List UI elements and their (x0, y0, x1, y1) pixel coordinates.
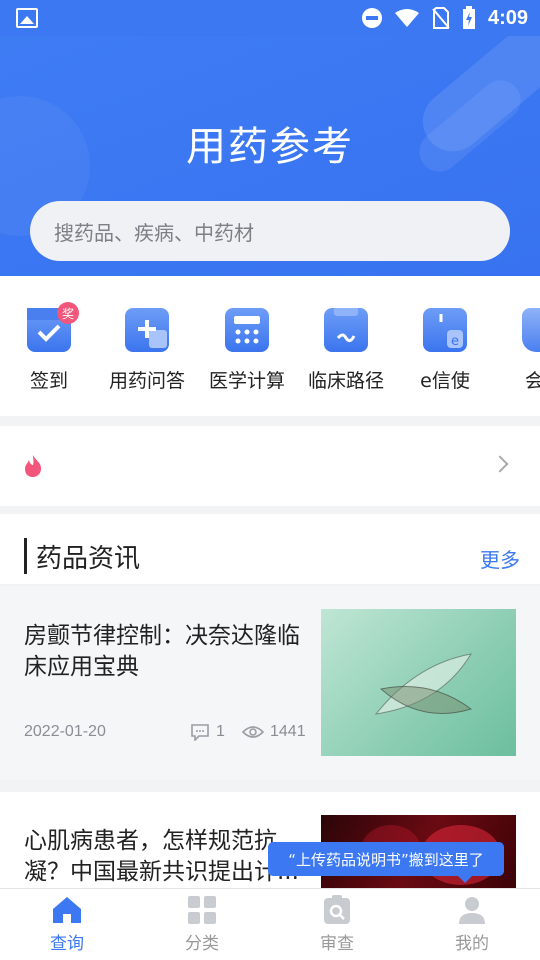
do-not-disturb-icon (361, 8, 382, 28)
article-thumbnail (321, 609, 516, 756)
crown-icon (522, 308, 540, 352)
header-banner: 用药参考 搜药品、疾病、中药材 (0, 36, 540, 276)
quick-action-calc[interactable]: 医学计算 (197, 308, 297, 393)
search-input[interactable]: 搜药品、疾病、中药材 (30, 201, 510, 261)
page-title: 用药参考 (186, 124, 354, 170)
quick-action-qa[interactable]: 用药问答 (97, 308, 197, 393)
comment-count: 1 (190, 723, 225, 741)
section-marker (24, 538, 27, 574)
view-count: 1441 (242, 723, 306, 741)
quick-action-label: 用药问答 (108, 370, 185, 392)
news-section-header: 药品资讯 更多 (0, 514, 540, 584)
article-title: 心肌病患者，怎样规范抗凝？中国最新共识提出计... (24, 828, 299, 885)
gallery-icon (16, 8, 38, 28)
user-icon (459, 897, 485, 924)
quick-action-label: 临床路径 (307, 370, 384, 392)
eye-icon (242, 726, 264, 738)
calendar-check-icon: 奖 (27, 302, 79, 352)
tab-label: 分类 (185, 934, 219, 954)
chat-plus-icon (125, 308, 169, 352)
quick-action-membership[interactable]: 会员 (494, 308, 540, 393)
wifi-icon (394, 9, 419, 27)
tab-review[interactable]: 审查 (297, 895, 377, 954)
home-icon (53, 897, 81, 923)
tab-mine[interactable]: 我的 (432, 895, 512, 954)
svg-text:e: e (451, 334, 459, 349)
trending-bar[interactable] (0, 426, 540, 506)
quick-action-label: 医学计算 (208, 370, 285, 392)
view-count-value: 1441 (270, 723, 306, 740)
status-time: 4:09 (487, 6, 528, 29)
bottom-tab-bar: 查询 分类 审查 我的 (0, 888, 540, 960)
article-title: 房颤节律控制：决奈达隆临床应用宝典 (24, 623, 300, 680)
more-link[interactable]: 更多 (480, 544, 520, 573)
quick-action-label: 签到 (29, 370, 68, 392)
tab-label: 我的 (455, 934, 489, 954)
quick-action-emessenger[interactable]: e e信使 (395, 308, 495, 393)
comment-count-value: 1 (216, 723, 225, 740)
quick-action-label: 会员 (524, 370, 540, 392)
quick-action-label: e信使 (420, 370, 470, 392)
search-doc-icon (324, 895, 350, 924)
clipboard-icon (324, 306, 368, 352)
chevron-right-icon (491, 455, 509, 473)
tab-query[interactable]: 查询 (27, 895, 107, 954)
phone-e-icon: e (423, 308, 467, 352)
grid-icon (188, 896, 216, 924)
article-card[interactable]: 房颤节律控制：决奈达隆临床应用宝典 2022-01-20 1 1441 (0, 586, 540, 780)
reward-badge: 奖 (57, 302, 79, 324)
calculator-icon (225, 308, 269, 352)
flame-icon (25, 455, 42, 477)
upload-hint-tooltip: “上传药品说明书”搬到这里了 (268, 842, 504, 883)
tab-category[interactable]: 分类 (162, 895, 242, 954)
tab-label: 查询 (50, 934, 84, 954)
search-placeholder: 搜药品、疾病、中药材 (54, 220, 254, 245)
battery-charging-icon (462, 6, 475, 29)
quick-actions: 奖 签到 用药问答 医学计算 临床路径 e e信使 会员 (0, 276, 540, 416)
no-sim-icon (432, 7, 450, 29)
quick-action-clinical-path[interactable]: 临床路径 (296, 306, 396, 393)
quick-action-checkin[interactable]: 奖 签到 (0, 302, 99, 393)
article-date: 2022-01-20 (24, 723, 106, 740)
tab-label: 审查 (320, 934, 354, 954)
section-title: 药品资讯 (36, 544, 141, 574)
comment-icon (191, 724, 209, 741)
status-bar: 4:09 (0, 0, 540, 36)
